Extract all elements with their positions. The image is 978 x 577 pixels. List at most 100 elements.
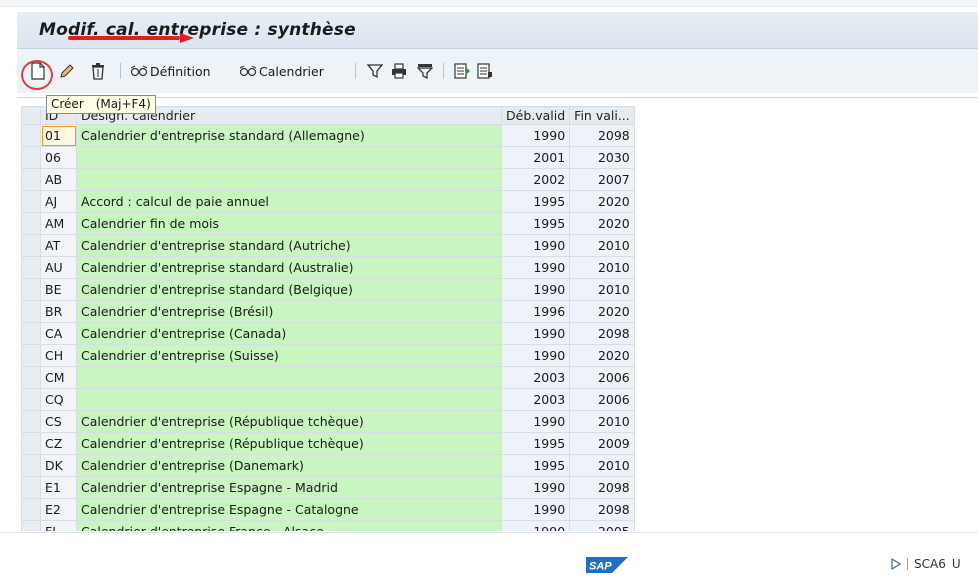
cell-fin-valid[interactable]: 2010: [569, 410, 635, 433]
row-selector[interactable]: [21, 476, 41, 499]
cell-fin-valid[interactable]: 2006: [569, 366, 635, 389]
row-selector[interactable]: [21, 300, 41, 323]
cell-deb-valid[interactable]: 1996: [500, 300, 571, 323]
column-header-fin[interactable]: Fin vali...: [569, 106, 635, 125]
row-selector[interactable]: [21, 124, 41, 147]
row-selector[interactable]: [21, 520, 41, 531]
table-row[interactable]: 06 2001 2030: [21, 146, 635, 169]
table-row[interactable]: AB 2002 2007: [21, 168, 635, 191]
cell-deb-valid[interactable]: 2001: [500, 146, 571, 169]
cell-id[interactable]: CS: [40, 410, 77, 433]
cell-fin-valid[interactable]: 2005: [569, 520, 635, 531]
cell-name[interactable]: Accord : calcul de paie annuel: [76, 190, 502, 213]
cell-deb-valid[interactable]: 2003: [500, 388, 571, 411]
cell-fin-valid[interactable]: 2098: [569, 498, 635, 521]
filter-button[interactable]: [367, 60, 383, 82]
cell-name[interactable]: Calendrier d'entreprise (Danemark): [76, 454, 502, 477]
cell-deb-valid[interactable]: 2003: [500, 366, 571, 389]
cell-deb-valid[interactable]: 1995: [500, 432, 571, 455]
table-row[interactable]: CS Calendrier d'entreprise (République tc…: [21, 410, 635, 433]
cell-fin-valid[interactable]: 2020: [569, 344, 635, 367]
cell-name[interactable]: Calendrier d'entreprise (République tchè…: [76, 410, 502, 433]
export-button[interactable]: [454, 60, 470, 82]
cell-id[interactable]: CM: [40, 366, 77, 389]
cell-deb-valid[interactable]: 1995: [500, 454, 571, 477]
cell-deb-valid[interactable]: 1990: [500, 278, 571, 301]
cell-name[interactable]: Calendrier d'entreprise (Canada): [76, 322, 502, 345]
cell-deb-valid[interactable]: 1990: [500, 124, 571, 147]
cell-name[interactable]: Calendrier d'entreprise standard (Belgiq…: [76, 278, 502, 301]
cell-id[interactable]: BE: [40, 278, 77, 301]
cell-name[interactable]: [76, 366, 502, 389]
row-selector[interactable]: [21, 190, 41, 213]
calendrier-button[interactable]: Calendrier: [239, 60, 324, 82]
cell-id[interactable]: CQ: [40, 388, 77, 411]
cell-name[interactable]: Calendrier d'entreprise standard (Allema…: [76, 124, 502, 147]
cell-id[interactable]: 06: [40, 146, 77, 169]
cell-name[interactable]: [76, 168, 502, 191]
cell-name[interactable]: [76, 388, 502, 411]
table-row[interactable]: BE Calendrier d'entreprise standard (Belg…: [21, 278, 635, 301]
cell-name[interactable]: Calendrier d'entreprise (Brésil): [76, 300, 502, 323]
cell-fin-valid[interactable]: 2020: [569, 190, 635, 213]
cell-fin-valid[interactable]: 2007: [569, 168, 635, 191]
cell-deb-valid[interactable]: 1990: [500, 344, 571, 367]
row-selector[interactable]: [21, 344, 41, 367]
cell-fin-valid[interactable]: 2098: [569, 322, 635, 345]
cell-deb-valid[interactable]: 1990: [500, 322, 571, 345]
cell-deb-valid[interactable]: 1990: [500, 256, 571, 279]
cell-deb-valid[interactable]: 1990: [500, 234, 571, 257]
cell-name[interactable]: Calendrier d'entreprise Espagne - Catalo…: [76, 498, 502, 521]
row-selector[interactable]: [21, 168, 41, 191]
cell-deb-valid[interactable]: 1995: [500, 190, 571, 213]
cell-id[interactable]: AU: [40, 256, 77, 279]
table-row[interactable]: CZ Calendrier d'entreprise (République tc…: [21, 432, 635, 455]
row-selector[interactable]: [21, 366, 41, 389]
cell-deb-valid[interactable]: 1990: [500, 410, 571, 433]
cell-name[interactable]: Calendrier d'entreprise standard (Autric…: [76, 234, 502, 257]
cell-name[interactable]: Calendrier d'entreprise Espagne - Madrid: [76, 476, 502, 499]
cell-name[interactable]: Calendrier d'entreprise standard (Austra…: [76, 256, 502, 279]
table-row[interactable]: CQ 2003 2006: [21, 388, 635, 411]
cell-fin-valid[interactable]: 2098: [569, 124, 635, 147]
cell-name[interactable]: Calendrier d'entreprise France - Alsace: [76, 520, 502, 531]
print-button[interactable]: [391, 60, 407, 82]
table-row[interactable]: AT Calendrier d'entreprise standard (Autr…: [21, 234, 635, 257]
cell-deb-valid[interactable]: 1990: [500, 520, 571, 531]
cell-deb-valid[interactable]: 1990: [500, 498, 571, 521]
table-row[interactable]: AM Calendrier fin de mois 1995 2020: [21, 212, 635, 235]
definition-button[interactable]: Définition: [130, 60, 211, 82]
cell-deb-valid[interactable]: 2002: [500, 168, 571, 191]
cell-fin-valid[interactable]: 2020: [569, 300, 635, 323]
row-selector[interactable]: [21, 454, 41, 477]
row-selector-header[interactable]: [21, 106, 41, 125]
cell-fin-valid[interactable]: 2006: [569, 388, 635, 411]
row-selector[interactable]: [21, 234, 41, 257]
cell-id[interactable]: DK: [40, 454, 77, 477]
table-row[interactable]: 01 Calendrier d'entreprise standard (Alle…: [21, 124, 635, 147]
cell-name[interactable]: Calendrier fin de mois: [76, 212, 502, 235]
cell-fin-valid[interactable]: 2030: [569, 146, 635, 169]
cell-name[interactable]: Calendrier d'entreprise (République tchè…: [76, 432, 502, 455]
row-selector[interactable]: [21, 212, 41, 235]
row-selector[interactable]: [21, 410, 41, 433]
table-row[interactable]: AJ Accord : calcul de paie annuel 1995 2020: [21, 190, 635, 213]
cell-id[interactable]: CH: [40, 344, 77, 367]
set-filter-button[interactable]: [417, 60, 433, 82]
table-row[interactable]: CH Calendrier d'entreprise (Suisse) 1990 20…: [21, 344, 635, 367]
expand-triangle-icon[interactable]: [891, 558, 901, 570]
cell-fin-valid[interactable]: 2009: [569, 432, 635, 455]
table-row[interactable]: E2 Calendrier d'entreprise Espagne - Cata…: [21, 498, 635, 521]
cell-fin-valid[interactable]: 2098: [569, 476, 635, 499]
delete-button[interactable]: [90, 60, 106, 82]
edit-button[interactable]: [58, 60, 74, 82]
table-row[interactable]: CM 2003 2006: [21, 366, 635, 389]
row-selector[interactable]: [21, 322, 41, 345]
cell-id[interactable]: BR: [40, 300, 77, 323]
row-selector[interactable]: [21, 146, 41, 169]
cell-fin-valid[interactable]: 2010: [569, 234, 635, 257]
cell-deb-valid[interactable]: 1990: [500, 476, 571, 499]
cell-id[interactable]: 01: [40, 124, 77, 147]
table-row[interactable]: AU Calendrier d'entreprise standard (Aust…: [21, 256, 635, 279]
cell-deb-valid[interactable]: 1995: [500, 212, 571, 235]
